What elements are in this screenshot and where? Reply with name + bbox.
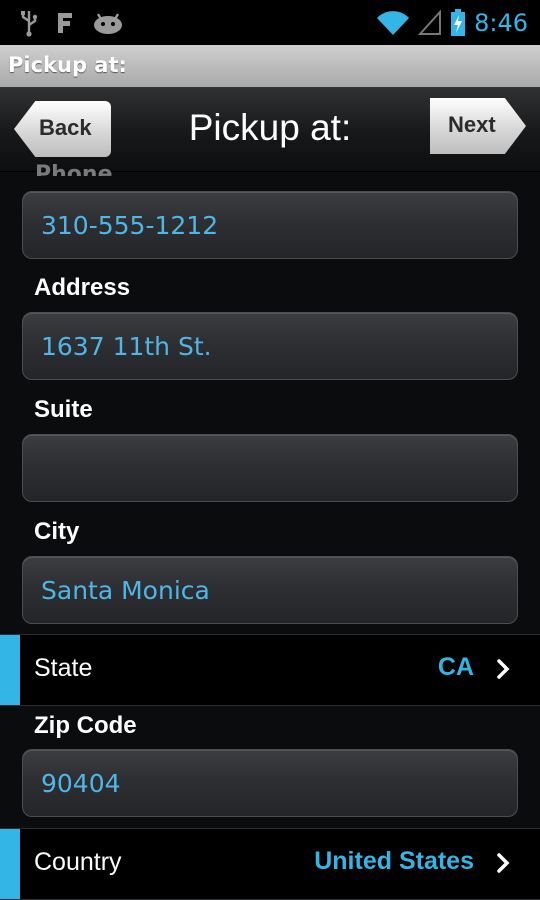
chevron-right-icon xyxy=(496,658,510,684)
country-label: Country xyxy=(34,848,122,876)
suite-field[interactable] xyxy=(22,434,518,502)
battery-charging-icon xyxy=(450,8,466,37)
status-bar: 8:46 xyxy=(0,0,540,45)
phone-label: Phone xyxy=(35,162,113,176)
signal-icon xyxy=(418,9,442,36)
wifi-icon xyxy=(376,10,410,36)
window-title: Pickup at: xyxy=(8,53,127,77)
zip-field[interactable]: 90404 xyxy=(22,749,518,817)
pickup-form[interactable]: Phone 310-555-1212 Address 1637 11th St.… xyxy=(0,162,540,900)
zip-label: Zip Code xyxy=(34,712,137,739)
phone-field[interactable]: 310-555-1212 xyxy=(22,191,518,259)
city-field[interactable]: Santa Monica xyxy=(22,556,518,624)
address-field[interactable]: 1637 11th St. xyxy=(22,312,518,380)
android-icon xyxy=(92,11,124,35)
country-row[interactable]: Country United States xyxy=(0,828,540,900)
next-button-label: Next xyxy=(448,112,496,137)
state-row-accent xyxy=(0,635,20,705)
suite-label: Suite xyxy=(34,396,93,423)
window-title-bar: Pickup at: xyxy=(0,45,540,88)
chevron-right-icon xyxy=(496,852,510,878)
country-value: United States xyxy=(314,847,474,875)
city-label: City xyxy=(34,518,80,545)
country-row-accent xyxy=(0,829,20,899)
state-label: State xyxy=(34,654,93,682)
clock: 8:46 xyxy=(474,8,528,37)
usb-icon xyxy=(20,9,38,37)
f-app-icon xyxy=(56,11,74,35)
state-value: CA xyxy=(437,653,474,681)
address-label: Address xyxy=(34,274,131,301)
state-row[interactable]: State CA xyxy=(0,634,540,706)
